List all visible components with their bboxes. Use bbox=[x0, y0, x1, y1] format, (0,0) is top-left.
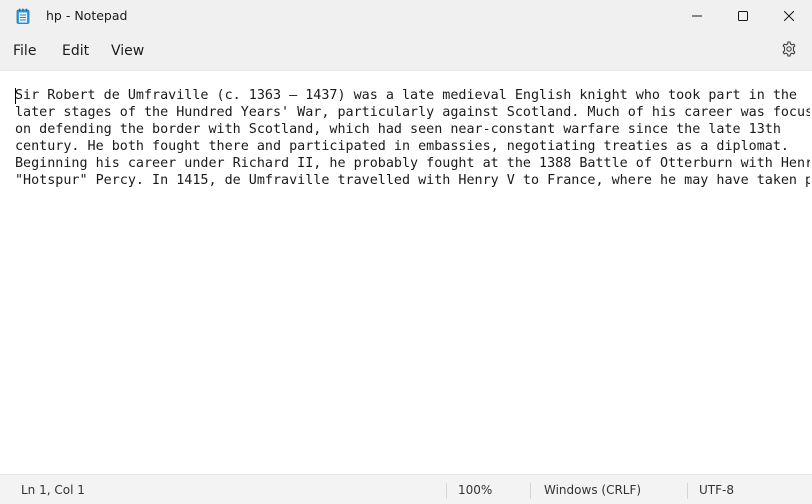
text-line: century. He both fought there and partic… bbox=[15, 139, 789, 154]
status-bar: Ln 1, Col 1 100% Windows (CRLF) UTF-8 bbox=[0, 474, 812, 504]
status-divider bbox=[687, 483, 688, 499]
text-line: Sir Robert de Umfraville (c. 1363 – 1437… bbox=[15, 88, 797, 103]
maximize-button[interactable] bbox=[720, 0, 766, 32]
gear-icon bbox=[781, 41, 797, 61]
cursor-position: Ln 1, Col 1 bbox=[21, 483, 85, 497]
close-icon bbox=[784, 11, 794, 21]
title-bar[interactable]: hp - Notepad bbox=[0, 0, 812, 32]
status-divider bbox=[530, 483, 531, 499]
minimize-button[interactable] bbox=[674, 0, 720, 32]
notepad-window: hp - Notepad File Edit View Sir Robert d… bbox=[0, 0, 812, 504]
line-ending[interactable]: Windows (CRLF) bbox=[544, 483, 641, 497]
zoom-level[interactable]: 100% bbox=[458, 483, 492, 497]
minimize-icon bbox=[692, 11, 702, 21]
text-caret bbox=[15, 88, 16, 104]
menu-file[interactable]: File bbox=[11, 40, 38, 62]
menu-bar: File Edit View bbox=[0, 32, 812, 70]
status-divider bbox=[446, 483, 447, 499]
encoding[interactable]: UTF-8 bbox=[699, 483, 734, 497]
notepad-icon bbox=[16, 8, 30, 24]
window-title: hp - Notepad bbox=[46, 8, 128, 23]
menu-edit[interactable]: Edit bbox=[60, 40, 91, 62]
text-line: "Hotspur" Percy. In 1415, de Umfraville … bbox=[15, 173, 810, 188]
document-text[interactable]: Sir Robert de Umfraville (c. 1363 – 1437… bbox=[15, 87, 810, 189]
settings-button[interactable] bbox=[776, 40, 802, 62]
close-button[interactable] bbox=[766, 0, 812, 32]
text-line: later stages of the Hundred Years' War, … bbox=[15, 105, 810, 120]
menu-view[interactable]: View bbox=[109, 40, 146, 62]
text-editor[interactable]: Sir Robert de Umfraville (c. 1363 – 1437… bbox=[0, 70, 812, 475]
text-line: on defending the border with Scotland, w… bbox=[15, 122, 781, 137]
text-line: Beginning his career under Richard II, h… bbox=[15, 156, 810, 171]
maximize-icon bbox=[738, 11, 748, 21]
